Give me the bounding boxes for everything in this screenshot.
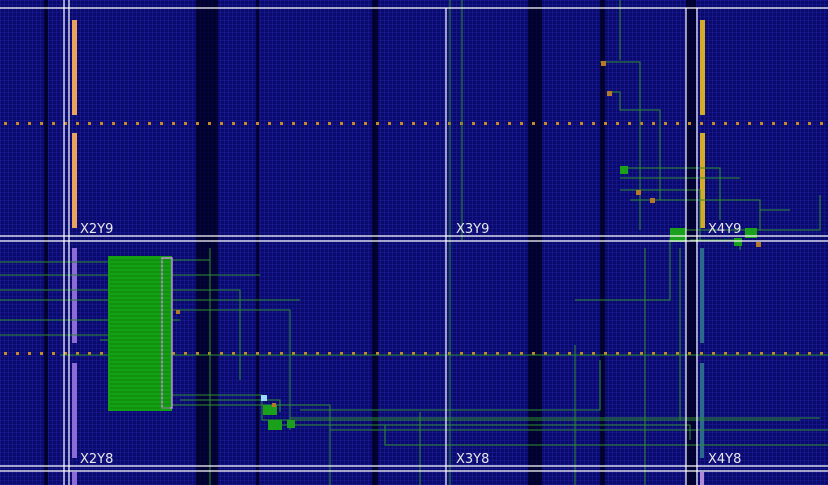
clock-spine-dot [592,122,595,125]
clock-spine-dot [820,122,823,125]
region-label-x3y9: X3Y9 [456,222,489,237]
clock-spine-dot [796,122,799,125]
clock-spine-dot [544,122,547,125]
clock-spine-dot [184,122,187,125]
clock-spine-dot [208,122,211,125]
clock-spine-dot [484,122,487,125]
clock-spine-dot [16,122,19,125]
clock-spine-dot [520,122,523,125]
region-label-x3y8: X3Y8 [456,452,489,467]
region-label-x4y8: X4Y8 [708,452,741,467]
io-column [700,472,704,485]
clock-spine-dot [268,122,271,125]
clock-spine-dot [100,122,103,125]
clock-spine-dot [220,122,223,125]
region-label-x2y8: X2Y8 [80,452,113,467]
clock-spine-dot [772,122,775,125]
dsp-column [72,472,77,485]
clock-spine-dot [16,352,19,355]
clock-spine-dot [676,122,679,125]
clock-spine-dot [244,122,247,125]
clock-spine-dot [160,122,163,125]
clock-spine-dot [40,122,43,125]
clock-spine-dot [652,122,655,125]
io-column [700,133,705,228]
clock-spine-dot [712,122,715,125]
clock-spine-dot [328,122,331,125]
clock-spine-dot [784,122,787,125]
clock-spine-dot [580,122,583,125]
clock-spine-dot [628,122,631,125]
clock-spine-dot [508,122,511,125]
clock-spine-dot [736,122,739,125]
selected-cell[interactable] [261,395,267,401]
clock-spine-dot [280,122,283,125]
region-label-x2y9: X2Y9 [80,222,113,237]
clock-spine-dot [196,122,199,125]
clock-spine-dot [688,122,691,125]
clock-spine-dot [664,122,667,125]
clock-spine-dot [232,122,235,125]
clock-spine-dot [172,122,175,125]
clock-spine-dot [400,122,403,125]
clock-spine-dot [388,122,391,125]
clock-spine-dot [88,122,91,125]
clock-spine-row-top [4,122,823,125]
clock-spine-dot [4,352,7,355]
clock-spine-dot [472,122,475,125]
clock-spine-dot [532,122,535,125]
clock-spine-dot [748,122,751,125]
clock-spine-dot [496,122,499,125]
clock-spine-dot [28,122,31,125]
clock-spine-dot [616,122,619,125]
clock-spine-dot [4,122,7,125]
clock-spine-dot [376,122,379,125]
clock-spine-dot [124,122,127,125]
clock-spine-dot [304,122,307,125]
clock-spine-dot [316,122,319,125]
io-column [700,20,705,115]
clock-spine-dot [352,122,355,125]
clock-spine-dot [760,122,763,125]
clock-spine-dot [76,122,79,125]
io-column [700,363,704,458]
clock-spine-dot [112,122,115,125]
clock-spine-dot [604,122,607,125]
clock-spine-dot [436,122,439,125]
clock-spine-dot [724,122,727,125]
clock-spine-dot [412,122,415,125]
clock-spine-dot [40,352,43,355]
clock-spine-dot [136,122,139,125]
clock-spine-dot [256,122,259,125]
bram-column [72,20,77,115]
clock-spine-dot [52,352,55,355]
clock-spine-dot [52,122,55,125]
clock-spine-dot [424,122,427,125]
bram-column [72,133,77,228]
clock-spine-dot [340,122,343,125]
clock-spine-dot [364,122,367,125]
clock-spine-dot [148,122,151,125]
clock-spine-dot [556,122,559,125]
clock-spine-dot [700,122,703,125]
clock-spine-dot [28,352,31,355]
clock-spine-dot [568,122,571,125]
dsp-column [72,363,77,458]
region-label-x4y9: X4Y9 [708,222,741,237]
device-floorplan-canvas[interactable]: X2Y9 X3Y9 X4Y9 X2Y8 X3Y8 X4Y8 [0,0,828,485]
clock-spine-dot [808,122,811,125]
clock-spine-dot [292,122,295,125]
placed-logic-block[interactable] [108,256,173,411]
io-column [700,248,704,343]
